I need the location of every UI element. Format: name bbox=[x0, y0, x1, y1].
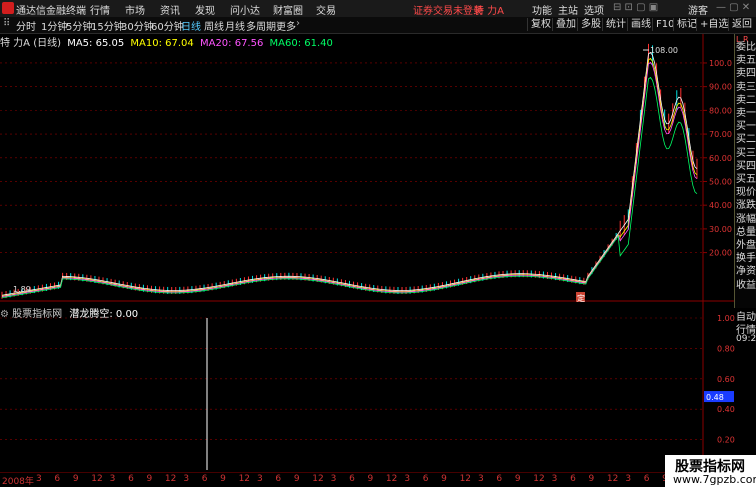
date-tick-label: 3 bbox=[257, 474, 263, 484]
date-tick-label: 12 bbox=[91, 474, 103, 484]
watermark: 股票指标网 www.7gpzb.com bbox=[665, 455, 756, 487]
date-tick-label: 6 bbox=[570, 474, 576, 484]
indicator-tick-label: 1.00 bbox=[717, 314, 735, 323]
price-tick-label: 70.00 bbox=[709, 130, 732, 139]
indicator-highlight-label: 0.48 bbox=[706, 393, 724, 402]
date-tick-label: 12 bbox=[385, 474, 398, 484]
date-tick-label: 3 bbox=[478, 474, 484, 484]
date-tick-label: 6 bbox=[275, 474, 282, 484]
indicator-source: 股票指标网 bbox=[12, 309, 63, 320]
date-tick-label: 6 bbox=[496, 474, 503, 484]
date-tick-label: 6 bbox=[201, 474, 208, 484]
price-tick-label: 60.00 bbox=[709, 154, 732, 163]
date-tick-label: 9 bbox=[367, 474, 374, 484]
date-tick-label: 12 bbox=[238, 474, 251, 484]
date-tick-label: 3 bbox=[404, 474, 411, 484]
date-tick-label: 3 bbox=[36, 474, 42, 484]
price-series bbox=[1, 43, 698, 299]
ma10-line bbox=[1, 57, 698, 297]
indicator-tick-label: 0.60 bbox=[717, 375, 735, 384]
date-tick-label: 3 bbox=[109, 474, 116, 484]
low-label: 1.89 bbox=[13, 285, 31, 294]
date-tick-label: 12 bbox=[533, 474, 545, 484]
event-marker-label: 定 bbox=[577, 293, 585, 303]
kline-chart[interactable]: 100.090.0080.0070.0060.0050.0040.0030.00… bbox=[0, 0, 756, 487]
indicator-name: 潜龙腾空: bbox=[69, 309, 113, 320]
date-tick-label: 6 bbox=[128, 474, 134, 484]
date-tick-label: 3 bbox=[551, 474, 558, 484]
price-tick-label: 80.00 bbox=[709, 106, 732, 115]
date-tick-label: 3 bbox=[330, 474, 337, 484]
date-tick-label: 12 bbox=[606, 474, 619, 484]
price-axis: 100.0 90.00 80.00 70.00 60.00 50.00 40.00 30.00… bbox=[13, 46, 735, 445]
watermark-url: www.7gpzb.com bbox=[673, 473, 756, 486]
date-tick-label: 12 bbox=[459, 474, 472, 484]
date-tick-label: 3 bbox=[183, 474, 190, 484]
quote-field-label: 收益 bbox=[736, 279, 756, 291]
price-tick-label: 50.00 bbox=[709, 177, 732, 186]
date-tick-label: 3 bbox=[625, 474, 632, 484]
date-tick-label: 12 bbox=[164, 474, 177, 484]
price-tick-label: 40.00 bbox=[709, 201, 732, 210]
date-tick-label: 9 bbox=[441, 474, 447, 484]
indicator-tick-label: 0.20 bbox=[717, 436, 735, 445]
date-tick-label: 6 bbox=[422, 474, 429, 484]
date-tick-label: 9 bbox=[588, 474, 595, 484]
indicator-tick-label: 0.80 bbox=[717, 344, 735, 353]
date-tick-label: 12 bbox=[312, 474, 324, 484]
price-tick-label: 90.00 bbox=[709, 83, 732, 92]
quote-extra-label[interactable]: 09:25 bbox=[736, 334, 756, 344]
ma5-line bbox=[1, 51, 698, 296]
peak-label: 108.00 bbox=[650, 46, 678, 55]
indicator-settings-icon[interactable]: ⚙ bbox=[0, 309, 9, 320]
ma20-line bbox=[1, 61, 698, 298]
date-tick-label: 9 bbox=[72, 474, 79, 484]
date-tick-label: 6 bbox=[643, 474, 650, 484]
price-tick-label: 100.0 bbox=[709, 59, 732, 68]
date-tick-label: 9 bbox=[220, 474, 226, 484]
price-tick-label: 30.00 bbox=[709, 225, 732, 234]
date-tick-label: 9 bbox=[514, 474, 521, 484]
year-label: 2008年 bbox=[2, 477, 34, 487]
date-tick-label: 9 bbox=[293, 474, 300, 484]
date-tick-label: 9 bbox=[146, 474, 153, 484]
indicator-header: ⚙ 股票指标网 潜龙腾空: 0.00 bbox=[0, 305, 138, 320]
price-tick-label: 20.00 bbox=[709, 249, 732, 258]
indicator-value: 0.00 bbox=[115, 309, 139, 320]
date-tick-label: 6 bbox=[54, 474, 61, 484]
indicator-tick-label: 0.40 bbox=[717, 405, 735, 414]
date-tick-label: 6 bbox=[349, 474, 355, 484]
